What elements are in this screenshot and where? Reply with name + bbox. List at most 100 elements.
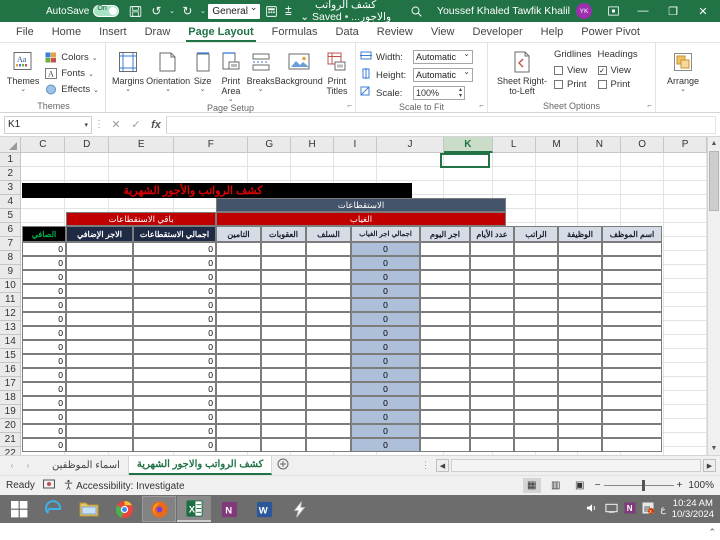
table-cell[interactable] [216,396,261,410]
table-cell[interactable] [420,410,470,424]
table-cell[interactable] [470,256,514,270]
grid-cell[interactable] [664,153,707,167]
save-icon[interactable] [125,2,145,20]
column-header-J[interactable]: J [376,137,445,153]
breaks-button[interactable]: Breaks ⌄ [247,47,275,93]
table-cell[interactable]: 0 [133,396,216,410]
grid-cell[interactable] [664,237,707,251]
table-cell[interactable]: 0 [351,340,420,354]
header-extra-wage[interactable]: الاجر الإضافي [66,226,133,242]
row-header-7[interactable]: 7 [0,237,22,251]
page-setup-dialog-launcher-icon[interactable]: ⌐ [347,100,352,112]
table-cell[interactable] [514,354,558,368]
arrange-chevron-down-icon[interactable]: ⌄ [680,86,686,93]
vertical-scroll-thumb[interactable] [709,151,719,211]
accessibility-checker[interactable]: Accessibility: Investigate [63,479,185,492]
grid-cell[interactable] [664,195,707,209]
table-cell[interactable] [558,368,602,382]
table-cell[interactable]: 0 [351,256,420,270]
table-cell[interactable]: 0 [22,382,66,396]
fonts-button[interactable]: A Fonts ⌄ [42,66,101,81]
clock[interactable]: 10:24 AM 10/3/2024 [672,498,714,520]
breaks-chevron-down-icon[interactable]: ⌄ [258,86,264,93]
scroll-up-icon[interactable]: ▲ [708,137,720,150]
start-button[interactable] [2,496,36,522]
size-chevron-down-icon[interactable]: ⌄ [200,86,206,93]
table-cell[interactable]: 0 [22,284,66,298]
table-cell[interactable] [602,410,662,424]
autosave-switch[interactable]: On [93,5,120,17]
row-header-10[interactable]: 10 [0,279,22,293]
grid-cell[interactable] [664,209,707,223]
row-header-18[interactable]: 18 [0,391,22,405]
table-cell[interactable] [470,396,514,410]
table-cell[interactable] [306,382,351,396]
table-cell[interactable]: 0 [133,354,216,368]
effects-chevron-down-icon[interactable]: ⌄ [93,86,99,94]
row-header-13[interactable]: 13 [0,321,22,335]
table-cell[interactable] [306,312,351,326]
tab-draw[interactable]: Draw [137,23,179,42]
background-button[interactable]: Background [275,47,323,86]
scale-stepper[interactable]: 100% ▴ ▾ [413,86,465,100]
table-cell[interactable] [420,340,470,354]
table-cell[interactable] [558,396,602,410]
table-cell[interactable]: 0 [22,242,66,256]
quick-access-toolbar[interactable]: ↺ ⌄ ↻ ⌄ General ⩲ [125,2,294,20]
table-cell[interactable] [470,242,514,256]
table-cell[interactable] [306,368,351,382]
normal-view-icon[interactable]: ▦ [522,478,541,493]
table-cell[interactable]: 0 [351,368,420,382]
zoom-in-button[interactable]: + [677,480,683,491]
grid-cell[interactable] [664,349,707,363]
grid-cell[interactable] [664,293,707,307]
confirm-icon[interactable]: ✓ [126,118,146,131]
table-cell[interactable] [216,340,261,354]
table-cell[interactable]: 0 [351,326,420,340]
ribbon-display-options-icon[interactable] [598,0,628,22]
avatar[interactable]: YK [576,3,592,19]
band-deductions[interactable]: الاستقطاعات [216,198,506,212]
row-header-2[interactable]: 2 [0,167,22,181]
headings-print-row[interactable]: Print [597,79,638,90]
grid-cell[interactable] [664,433,707,447]
table-cell[interactable] [514,326,558,340]
table-cell[interactable] [66,340,133,354]
antivirus-icon[interactable]: ▤ x [642,502,655,516]
table-cell[interactable]: 0 [351,382,420,396]
table-cell[interactable] [558,354,602,368]
table-cell[interactable]: 0 [22,298,66,312]
table-cell[interactable]: 0 [351,424,420,438]
row-header-4[interactable]: 4 [0,195,22,209]
row-header-16[interactable]: 16 [0,363,22,377]
headings-view-checkbox[interactable]: ✓ [597,66,607,75]
file-explorer-icon[interactable] [72,496,106,522]
column-header-H[interactable]: H [291,137,335,153]
table-cell[interactable] [470,326,514,340]
table-cell[interactable] [261,424,306,438]
table-cell[interactable] [470,382,514,396]
table-cell[interactable] [216,438,261,452]
table-cell[interactable] [470,354,514,368]
grid-cell[interactable] [664,419,707,433]
table-cell[interactable] [514,242,558,256]
sheet-tab-employees[interactable]: اسماء الموظفين [44,456,129,475]
table-cell[interactable] [514,410,558,424]
table-cell[interactable] [514,382,558,396]
column-header-F[interactable]: F [174,137,249,153]
table-cell[interactable] [420,368,470,382]
table-cell[interactable] [261,396,306,410]
sheet-title[interactable]: كشف الرواتب والأجور الشهرية [72,183,314,198]
table-cell[interactable] [514,438,558,452]
table-cell[interactable] [602,326,662,340]
table-cell[interactable] [558,312,602,326]
table-cell[interactable] [602,368,662,382]
table-cell[interactable]: 0 [351,298,420,312]
vertical-scrollbar[interactable]: ▲ ▼ [707,137,720,455]
table-cell[interactable]: 0 [133,368,216,382]
grid-cell[interactable] [664,447,707,455]
column-header-G[interactable]: G [248,137,292,153]
insert-function-icon[interactable]: fx [146,119,166,131]
table-cell[interactable] [602,312,662,326]
fonts-chevron-down-icon[interactable]: ⌄ [88,70,94,78]
